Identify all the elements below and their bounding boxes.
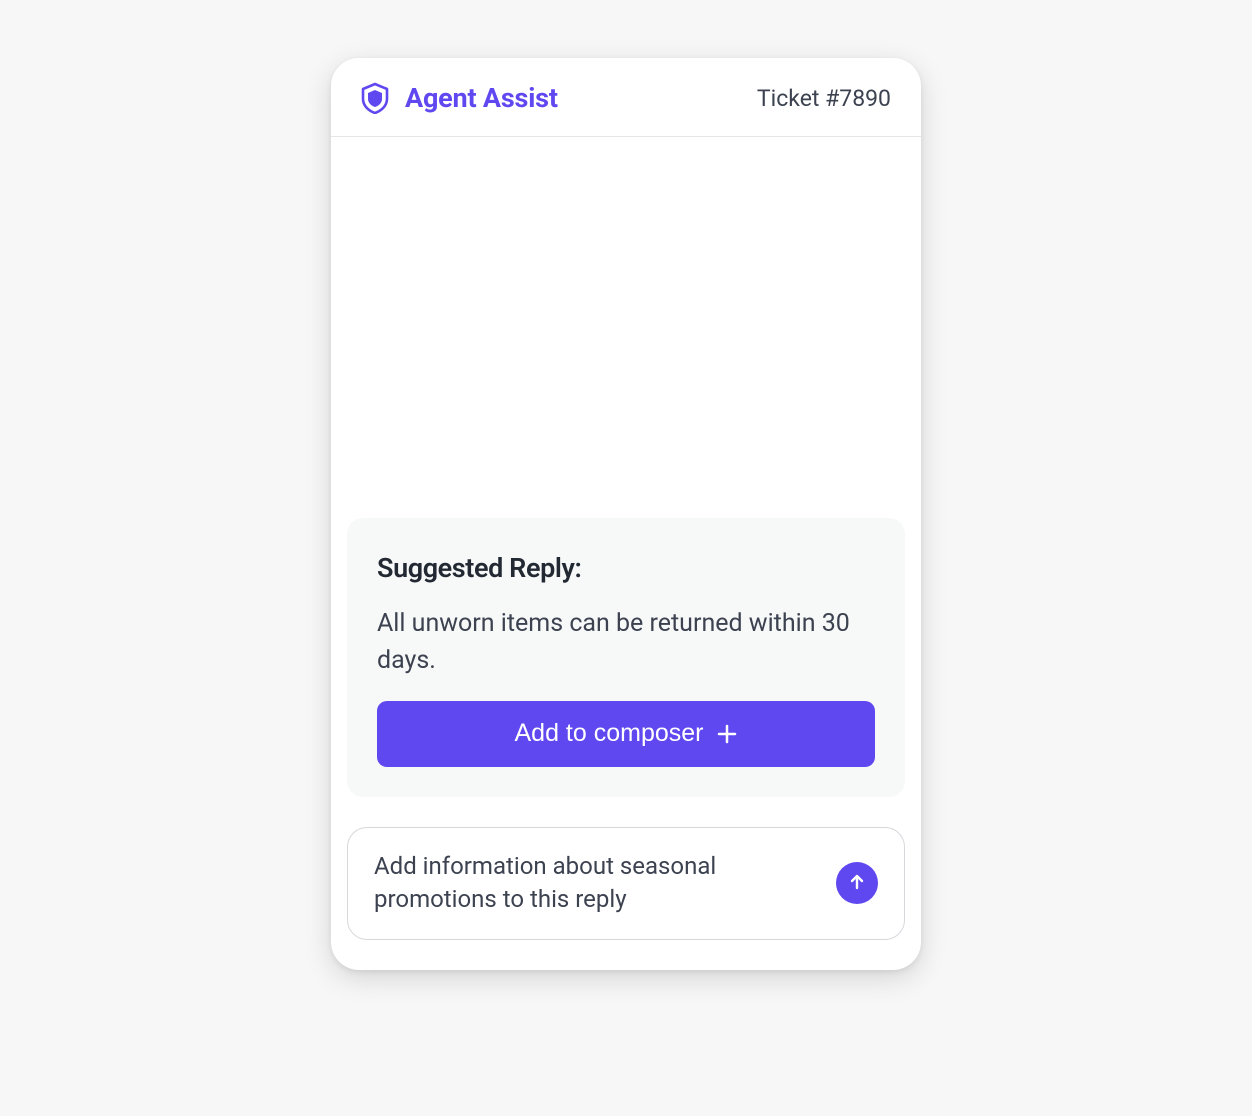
suggested-reply-card: Suggested Reply: All unworn items can be… bbox=[347, 518, 905, 797]
spacer bbox=[347, 153, 905, 518]
composer-input[interactable]: Add information about seasonal promotion… bbox=[374, 850, 820, 917]
shield-icon bbox=[359, 82, 391, 114]
arrow-up-icon bbox=[847, 872, 867, 895]
suggested-reply-text: All unworn items can be returned within … bbox=[377, 606, 875, 679]
composer[interactable]: Add information about seasonal promotion… bbox=[347, 827, 905, 940]
add-to-composer-button[interactable]: Add to composer bbox=[377, 701, 875, 767]
send-button[interactable] bbox=[836, 862, 878, 904]
panel-body: Suggested Reply: All unworn items can be… bbox=[331, 137, 921, 970]
brand-title: Agent Assist bbox=[405, 82, 558, 114]
ticket-id: Ticket #7890 bbox=[757, 85, 891, 112]
agent-assist-panel: Agent Assist Ticket #7890 Suggested Repl… bbox=[331, 58, 921, 970]
plus-icon bbox=[716, 723, 738, 745]
panel-header: Agent Assist Ticket #7890 bbox=[331, 58, 921, 137]
suggested-reply-title: Suggested Reply: bbox=[377, 552, 875, 584]
add-button-label: Add to composer bbox=[515, 719, 704, 748]
brand: Agent Assist bbox=[359, 82, 558, 114]
